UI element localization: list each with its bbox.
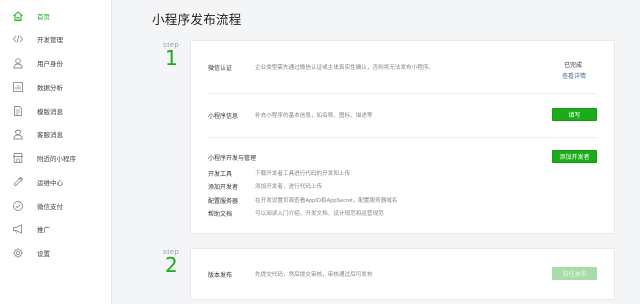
divider [209, 137, 596, 138]
dev-item-label: 配置服务器 [208, 199, 239, 205]
sidebar-item-nearby-miniprograms[interactable]: 附近的小程序 [0, 148, 112, 168]
dev-item-label: 添加开发者 [208, 185, 239, 191]
sidebar-item-home[interactable]: 首页 [0, 6, 112, 26]
fill-info-button[interactable]: 填写 [552, 108, 597, 121]
dev-item-label: 帮助文档 [208, 212, 233, 218]
sidebar-item-label: 开发管理 [37, 37, 63, 44]
payment-icon [11, 200, 24, 213]
go-release-button[interactable]: 前往发布 [552, 267, 597, 280]
sidebar-item-user-identity[interactable]: 用户身份 [0, 53, 112, 73]
sidebar-item-label: 微信支付 [37, 204, 63, 211]
sidebar-item-label: 模版消息 [37, 109, 63, 116]
wrench-icon [11, 176, 24, 189]
sidebar: 首页 开发管理 用户身份 数据分析 模版消息 客服消息 附近的小程序 运维中心 … [0, 0, 112, 304]
info-description: 补充小程序的基本信息，如名称、图标、描述等 [255, 113, 373, 119]
sidebar-item-template-messages[interactable]: 模版消息 [0, 101, 112, 121]
dev-item-description: 在开发设置页面查看AppID和AppSecret，配置服务器域名 [255, 198, 398, 204]
add-developer-button[interactable]: 添加开发者 [552, 150, 597, 163]
sidebar-item-ops-center[interactable]: 运维中心 [0, 172, 112, 192]
release-description: 先提交代码，然后提交审核，审核通过后可发布 [255, 272, 373, 278]
code-icon [11, 33, 24, 46]
sidebar-item-label: 首页 [37, 14, 50, 21]
sidebar-item-dev-management[interactable]: 开发管理 [0, 29, 112, 49]
sidebar-item-label: 客服消息 [37, 132, 63, 139]
sidebar-item-wechat-pay[interactable]: 微信支付 [0, 196, 112, 216]
verify-status: 已完成 [564, 63, 583, 69]
page-title: 小程序发布流程 [152, 13, 242, 27]
dev-item-description: 下载开发者工具进行代码的开发和上传 [255, 171, 351, 177]
dev-item-description: 添加开发者，进行代码上传 [255, 184, 323, 190]
sidebar-item-label: 数据分析 [37, 85, 63, 92]
customer-service-icon [11, 128, 24, 141]
user-icon [11, 57, 24, 70]
divider [209, 93, 596, 94]
dev-item-label: 开发工具 [208, 172, 233, 178]
home-icon [11, 10, 24, 23]
verify-label: 微信认证 [208, 66, 233, 72]
sidebar-item-promotion[interactable]: 推广 [0, 219, 112, 239]
sidebar-item-label: 推广 [37, 227, 50, 234]
sidebar-item-customer-service[interactable]: 客服消息 [0, 124, 112, 144]
sidebar-item-label: 运维中心 [37, 180, 63, 187]
gear-icon [11, 247, 24, 260]
release-label: 版本发布 [208, 273, 233, 279]
sidebar-item-label: 用户身份 [37, 61, 63, 68]
step2-card: 版本发布 先提交代码，然后提交审核，审核通过后可发布 前往发布 [190, 248, 615, 300]
verify-description: 企业类型需先通过微信认证或主体真实性确认，否则将无法发布小程序。 [255, 65, 435, 71]
chart-icon [11, 81, 24, 94]
sidebar-item-settings[interactable]: 设置 [0, 243, 112, 263]
step-number: 2 [165, 253, 178, 277]
dev-section-heading: 小程序开发与管理 [208, 156, 257, 162]
sidebar-item-data-analysis[interactable]: 数据分析 [0, 77, 112, 97]
dev-item-description: 可以阅读入门介绍、开发文档、设计规范和运营规范 [255, 211, 384, 217]
document-icon [11, 105, 24, 118]
sidebar-item-label: 设置 [37, 251, 50, 258]
sidebar-item-label: 附近的小程序 [37, 156, 76, 163]
store-icon [11, 152, 24, 165]
verify-details-link[interactable]: 查看详情 [562, 71, 586, 80]
info-label: 小程序信息 [208, 114, 239, 120]
megaphone-icon [11, 223, 24, 236]
step-number: 1 [165, 46, 178, 70]
step1-card: 微信认证 企业类型需先通过微信认证或主体真实性确认，否则将无法发布小程序。 已完… [190, 40, 615, 234]
